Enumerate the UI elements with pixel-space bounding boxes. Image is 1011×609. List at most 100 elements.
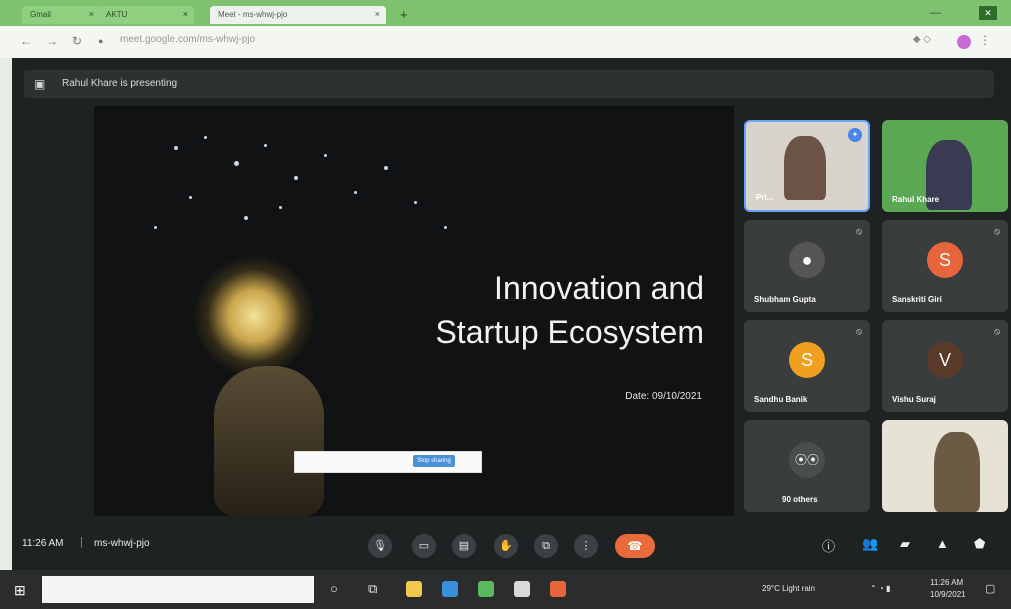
slide-date: Date: 09/10/2021 xyxy=(625,391,702,402)
task-view-icon[interactable]: ⧉ xyxy=(368,581,377,597)
cortana-icon[interactable]: ○ xyxy=(330,581,338,596)
meet-stage: ▣ Rahul Khare is presenting Innovation a… xyxy=(12,58,1011,570)
participant-name: Shubham Gupta xyxy=(754,295,816,304)
tray-icons[interactable]: ⌃ ◔ ▮ xyxy=(870,584,890,593)
url-field[interactable]: meet.google.com/ms-whwj-pjo xyxy=(120,34,900,50)
mic-off-icon: ⦸ xyxy=(856,326,862,336)
hand-icon[interactable]: ✋ xyxy=(494,534,518,558)
more-icon[interactable]: ⋮ xyxy=(574,534,598,558)
notifications-icon[interactable]: ▢ xyxy=(985,582,995,595)
particle xyxy=(354,191,357,194)
tab-close-icon[interactable]: × xyxy=(89,9,94,19)
tab-aktu[interactable]: AKTU × xyxy=(98,6,194,24)
participant-tile[interactable]: ✦ Pri... xyxy=(744,120,870,212)
taskbar-date[interactable]: 10/9/2021 xyxy=(930,590,966,599)
others-tile[interactable]: ⦿⦿ 90 others xyxy=(744,420,870,512)
tab-label: Meet - ms-whwj-pjo xyxy=(218,10,288,19)
stop-sharing-button[interactable]: Stop sharing xyxy=(413,455,455,467)
participant-tile[interactable] xyxy=(882,420,1008,512)
meeting-code: ms-whwj-pjo xyxy=(94,538,150,549)
chat-icon[interactable]: ▰ xyxy=(900,536,910,552)
pin-icon[interactable]: ✦ xyxy=(848,128,862,142)
weather-widget[interactable]: 29°C Light rain xyxy=(762,584,815,593)
particle xyxy=(189,196,192,199)
camera-icon[interactable]: ▭ xyxy=(412,534,436,558)
participant-tile[interactable]: ● ⦸ Shubham Gupta xyxy=(744,220,870,312)
taskbar-clock[interactable]: 11:26 AM xyxy=(930,578,963,587)
profile-avatar[interactable] xyxy=(957,35,971,49)
windows-start-icon[interactable]: ⊞ xyxy=(14,582,26,599)
presenting-icon: ▣ xyxy=(34,77,46,91)
participant-tile[interactable]: V ⦸ Vishu Suraj xyxy=(882,320,1008,412)
particle xyxy=(264,144,267,147)
slide-title: Innovation and Startup Ecosystem xyxy=(344,266,704,354)
participant-tile[interactable]: Rahul Khare xyxy=(882,120,1008,212)
taskbar-search-input[interactable] xyxy=(42,576,314,603)
particle xyxy=(204,136,207,139)
participant-name: Sandhu Banik xyxy=(754,395,808,404)
windows-taskbar: ⊞ ○ ⧉ 29°C Light rain ⌃ ◔ ▮ 11:26 AM 10/… xyxy=(0,570,1011,609)
info-icon[interactable]: ⓘ xyxy=(822,536,835,555)
participant-video xyxy=(784,136,826,200)
particle xyxy=(234,161,239,166)
mic-off-icon: ⦸ xyxy=(856,226,862,236)
participant-avatar: V xyxy=(927,342,963,378)
particle xyxy=(324,154,327,157)
participant-avatar: S xyxy=(789,342,825,378)
particle xyxy=(279,206,282,209)
new-tab-button[interactable]: + xyxy=(400,7,408,22)
hand-image xyxy=(214,366,324,516)
particle xyxy=(414,201,417,204)
others-count: 90 others xyxy=(782,495,818,504)
tab-gmail[interactable]: Gmail × xyxy=(22,6,100,24)
particle xyxy=(154,226,157,229)
mic-off-icon: ⦸ xyxy=(994,226,1000,236)
people-icon[interactable]: 👥 xyxy=(862,536,878,552)
tab-meet[interactable]: Meet - ms-whwj-pjo × xyxy=(210,6,386,24)
app-icon[interactable] xyxy=(514,581,530,597)
particle xyxy=(174,146,178,150)
participant-video xyxy=(934,432,980,512)
browser-tab-bar: Gmail × AKTU × Meet - ms-whwj-pjo × + — … xyxy=(0,0,1011,26)
reload-icon[interactable]: ↻ xyxy=(72,34,82,48)
chrome-icon[interactable] xyxy=(478,581,494,597)
present-icon[interactable]: ⧉ xyxy=(534,534,558,558)
tab-close-icon[interactable]: × xyxy=(375,9,380,19)
security-icon[interactable]: ⬟ xyxy=(974,536,985,552)
hangup-button[interactable]: ☎ xyxy=(615,534,655,558)
tab-label: Gmail xyxy=(30,10,51,19)
slide-title-line: Innovation and xyxy=(494,270,704,306)
slide-title-line: Startup Ecosystem xyxy=(435,314,704,350)
meeting-time: 11:26 AM xyxy=(22,538,64,549)
particle xyxy=(444,226,447,229)
tab-label: AKTU xyxy=(106,10,128,19)
participant-avatar: S xyxy=(927,242,963,278)
lightbulb-image xyxy=(194,256,314,376)
participant-name: Sanskriti Giri xyxy=(892,295,942,304)
activities-icon[interactable]: ▲ xyxy=(936,536,949,551)
mic-icon[interactable]: 🎙 xyxy=(368,534,392,558)
window-close-icon[interactable]: ✕ xyxy=(979,6,997,20)
minimize-icon[interactable]: — xyxy=(930,7,941,19)
extensions-icon[interactable]: ◆ ◇ xyxy=(913,34,931,45)
divider: | xyxy=(80,536,83,548)
tab-close-icon[interactable]: × xyxy=(183,9,188,19)
forward-icon[interactable]: → xyxy=(46,34,58,48)
browser-menu-icon[interactable]: ⋮ xyxy=(979,33,991,47)
particle xyxy=(384,166,388,170)
file-explorer-icon[interactable] xyxy=(406,581,422,597)
presenting-banner: ▣ Rahul Khare is presenting xyxy=(24,70,994,98)
app-icon[interactable] xyxy=(550,581,566,597)
sharing-notice: Stop sharing xyxy=(294,451,482,473)
presentation-slide: Innovation and Startup Ecosystem Date: 0… xyxy=(94,106,734,516)
others-avatars-icon: ⦿⦿ xyxy=(789,442,825,478)
store-icon[interactable] xyxy=(442,581,458,597)
back-icon[interactable]: ← xyxy=(20,34,32,48)
captions-icon[interactable]: ▤ xyxy=(452,534,476,558)
mic-off-icon: ⦸ xyxy=(994,326,1000,336)
presenting-text: Rahul Khare is presenting xyxy=(62,78,178,89)
participant-tile[interactable]: S ⦸ Sanskriti Giri xyxy=(882,220,1008,312)
participant-tile[interactable]: S ⦸ Sandhu Banik xyxy=(744,320,870,412)
participant-name: Pri... xyxy=(756,193,774,202)
particle xyxy=(294,176,298,180)
